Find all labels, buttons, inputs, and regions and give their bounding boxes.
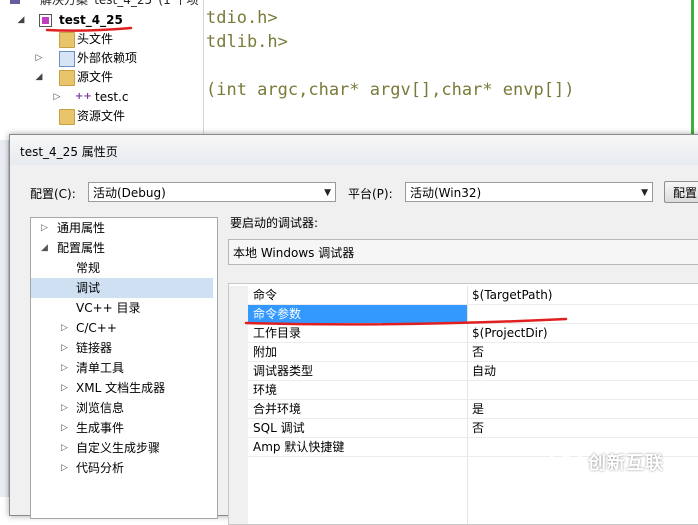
solution-icon xyxy=(10,0,20,4)
red-annotation-stroke xyxy=(244,317,568,326)
debugger-select[interactable]: 本地 Windows 调试器 xyxy=(228,239,698,265)
nav-item-debugging[interactable]: 调试 xyxy=(31,278,213,298)
property-row-command[interactable]: 命令 $(TargetPath) xyxy=(229,286,698,305)
solution-label: 解决方案“test_4_25”(1 个项 xyxy=(40,0,199,7)
nav-item-c-cpp[interactable]: ▷ C/C++ xyxy=(31,318,213,338)
expand-triangle-icon[interactable]: ▷ xyxy=(41,218,48,238)
chevron-down-icon: ▼ xyxy=(641,188,648,198)
folder-icon xyxy=(59,70,75,86)
nav-item-config-properties[interactable]: ◢ 配置属性 xyxy=(31,238,213,258)
dialog-titlebar[interactable]: test_4_25 属性页 xyxy=(10,135,698,165)
platform-label: 平台(P): xyxy=(348,187,393,201)
config-manager-button[interactable]: 配置 xyxy=(664,181,698,203)
code-editor[interactable]: tdio.h> tdlib.h> (int argc,char* argv[],… xyxy=(204,0,698,140)
nav-item-build-events[interactable]: ▷ 生成事件 xyxy=(31,418,213,438)
expand-triangle-icon[interactable]: ▷ xyxy=(61,418,68,438)
property-nav-tree: ▷ 通用属性 ◢ 配置属性 常规 调试 VC++ 目录 ▷ C/C++ ▷ 链接… xyxy=(30,217,218,519)
nav-item-common-properties[interactable]: ▷ 通用属性 xyxy=(31,218,213,238)
code-line-3: (int argc,char* argv[],char* envp[]) xyxy=(206,80,575,100)
watermark-text: 创新互联 xyxy=(588,453,664,474)
collapse-triangle-icon[interactable]: ◢ xyxy=(34,68,44,87)
dialog-title: test_4_25 属性页 xyxy=(20,145,118,159)
expand-triangle-icon[interactable]: ▷ xyxy=(52,88,62,107)
watermark-swirl-icon xyxy=(549,444,583,478)
nav-item-xml-doc-generator[interactable]: ▷ XML 文档生成器 xyxy=(31,378,213,398)
config-select[interactable]: 活动(Debug) ▼ xyxy=(88,182,336,202)
change-indicator-bar xyxy=(691,0,694,140)
nav-item-custom-build-step[interactable]: ▷ 自定义生成步骤 xyxy=(31,438,213,458)
chevron-down-icon: ▼ xyxy=(324,188,331,198)
expand-triangle-icon[interactable]: ▷ xyxy=(61,318,68,338)
watermark-logo: 创新互联 xyxy=(548,441,688,481)
expand-triangle-icon[interactable]: ▷ xyxy=(61,338,68,358)
code-line-2: tdlib.h> xyxy=(206,32,288,52)
expand-triangle-icon[interactable]: ▷ xyxy=(61,358,68,378)
platform-select[interactable]: 活动(Win32) ▼ xyxy=(405,182,653,202)
property-row-attach[interactable]: 附加 否 xyxy=(229,343,698,362)
expand-triangle-icon[interactable]: ▷ xyxy=(61,438,68,458)
property-row-merge-environment[interactable]: 合并环境 是 xyxy=(229,400,698,419)
nav-item-vc-directories[interactable]: VC++ 目录 xyxy=(31,298,213,318)
folder-icon xyxy=(59,32,75,48)
collapse-triangle-icon[interactable]: ◢ xyxy=(16,11,26,30)
property-row-environment[interactable]: 环境 xyxy=(229,381,698,400)
nav-item-general[interactable]: 常规 xyxy=(31,258,213,278)
expand-triangle-icon[interactable]: ▷ xyxy=(61,458,68,478)
nav-item-manifest-tool[interactable]: ▷ 清单工具 xyxy=(31,358,213,378)
folder-icon xyxy=(59,109,75,125)
property-row-debugger-type[interactable]: 调试器类型 自动 xyxy=(229,362,698,381)
expand-triangle-icon[interactable]: ▷ xyxy=(61,378,68,398)
expand-triangle-icon[interactable]: ▷ xyxy=(61,398,68,418)
dependency-icon xyxy=(59,51,75,67)
grid-separator xyxy=(467,457,468,524)
grid-gutter xyxy=(229,457,248,524)
red-annotation-underline xyxy=(45,26,133,32)
collapse-triangle-icon[interactable]: ◢ xyxy=(41,238,48,258)
code-line-1: tdio.h> xyxy=(206,8,278,28)
expand-triangle-icon[interactable]: ▷ xyxy=(34,49,44,68)
nav-item-browse-info[interactable]: ▷ 浏览信息 xyxy=(31,398,213,418)
nav-item-code-analysis[interactable]: ▷ 代码分析 xyxy=(31,458,213,478)
c-file-icon: ++ xyxy=(75,91,92,102)
config-label: 配置(C): xyxy=(30,187,76,201)
property-row-sql-debugging[interactable]: SQL 调试 否 xyxy=(229,419,698,438)
nav-item-linker[interactable]: ▷ 链接器 xyxy=(31,338,213,358)
debugger-to-launch-label: 要启动的调试器: xyxy=(230,216,319,230)
solution-explorer: 解决方案“test_4_25”(1 个项 ◢ test_4_25 头文件 ▷ 外… xyxy=(0,0,204,140)
